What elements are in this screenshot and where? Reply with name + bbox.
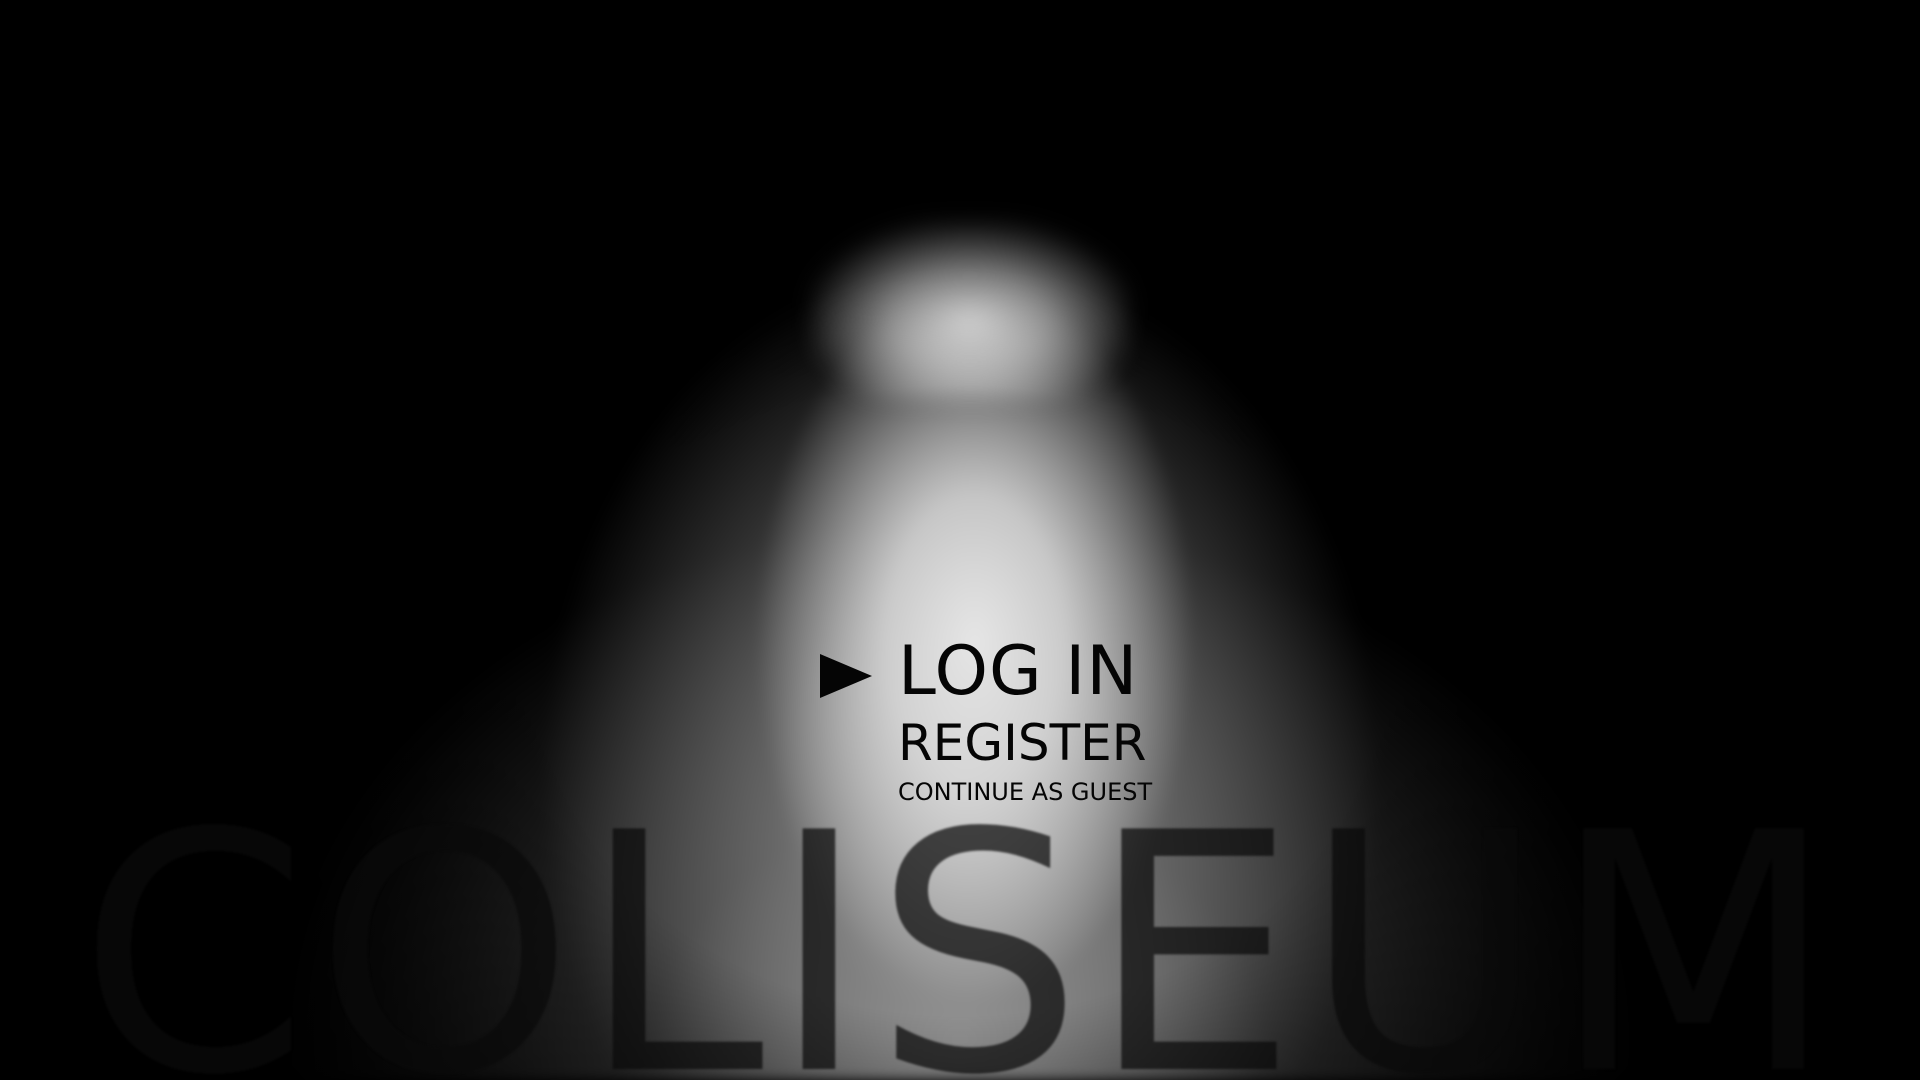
register-label: REGISTER — [898, 714, 1147, 772]
continue-as-guest-menu-item[interactable]: CONTINUE AS GUEST — [820, 774, 1180, 810]
title-screen: COLISEUM LOG IN REGISTER CONTINUE AS GUE… — [0, 0, 1920, 1080]
continue-as-guest-label: CONTINUE AS GUEST — [898, 778, 1153, 806]
login-label: LOG IN — [898, 632, 1139, 711]
register-menu-item[interactable]: REGISTER — [820, 712, 1180, 774]
selection-arrow-icon — [820, 654, 872, 698]
game-title-background-text: COLISEUM — [78, 763, 1842, 1080]
login-menu-item[interactable]: LOG IN — [820, 632, 1180, 712]
main-menu: LOG IN REGISTER CONTINUE AS GUEST — [820, 632, 1180, 810]
